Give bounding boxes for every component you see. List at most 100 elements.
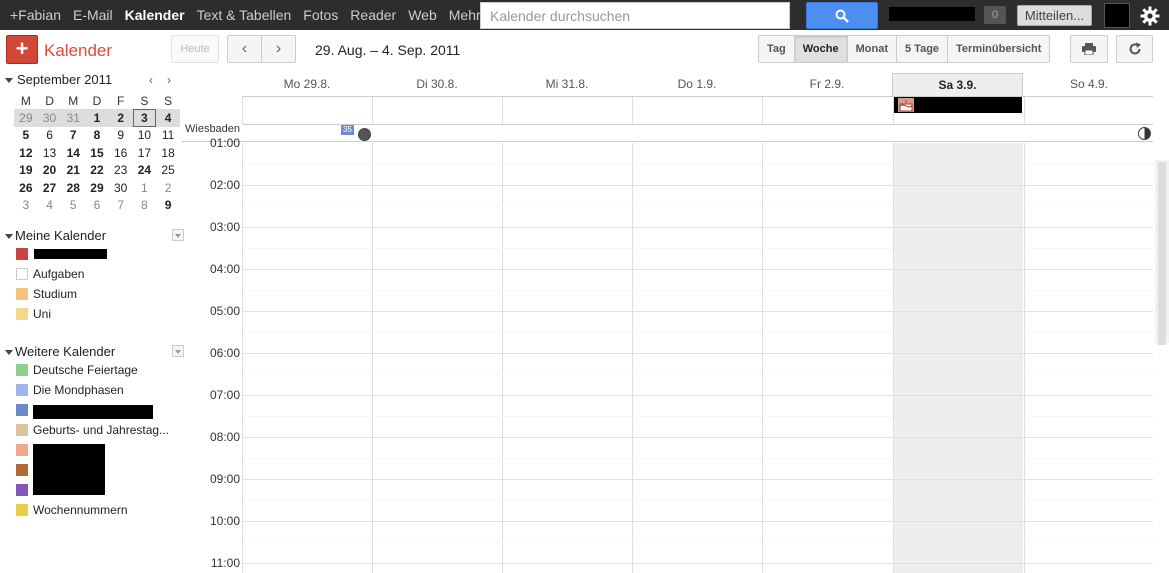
mini-calendar-day[interactable]: 14 (61, 144, 85, 161)
mini-calendar-day[interactable]: 15 (85, 144, 109, 161)
my-calendars-item[interactable]: Aufgaben (16, 266, 84, 282)
calendar-color-swatch[interactable] (16, 484, 28, 496)
view-button-2[interactable]: Monat (847, 35, 897, 63)
calendar-color-swatch[interactable] (16, 464, 28, 476)
all-day-cell[interactable] (762, 97, 892, 125)
nav-item-3[interactable]: Text & Tabellen (191, 0, 298, 30)
mini-calendar-day[interactable]: 3 (132, 109, 157, 127)
search-input[interactable] (481, 3, 789, 28)
view-button-1[interactable]: Woche (794, 35, 848, 63)
mini-calendar-next-button[interactable]: › (167, 73, 171, 87)
all-day-cell[interactable] (632, 97, 762, 125)
mini-calendar-day[interactable]: 7 (109, 196, 133, 213)
today-button[interactable]: Heute (171, 35, 219, 63)
mini-calendar-day[interactable]: 27 (38, 179, 62, 196)
gear-icon[interactable] (1139, 5, 1161, 27)
other-calendars-item[interactable] (16, 482, 33, 498)
mini-calendar-day[interactable]: 26 (14, 179, 38, 196)
time-grid[interactable]: 01:00 02:00 03:00 04:00 05:00 06:00 07:00 08:00… (182, 136, 1154, 573)
view-button-4[interactable]: Terminübersicht (948, 35, 1051, 63)
other-calendars-header[interactable]: Weitere Kalender (5, 344, 185, 360)
calendar-color-swatch[interactable] (16, 444, 28, 456)
other-calendars-item[interactable] (16, 402, 33, 418)
mini-calendar-day[interactable]: 5 (61, 196, 85, 213)
view-button-3[interactable]: 5 Tage (897, 35, 949, 63)
day-header-3[interactable]: Do 1.9. (632, 73, 762, 97)
mini-calendar-day[interactable]: 2 (156, 179, 180, 196)
mini-calendar-prev-button[interactable]: ‹ (149, 73, 153, 87)
mini-calendar-day[interactable]: 31 (61, 109, 86, 127)
calendar-color-swatch[interactable] (16, 268, 28, 280)
mini-calendar-day[interactable]: 6 (85, 196, 109, 213)
nav-item-2[interactable]: Kalender (119, 0, 191, 30)
nav-item-6[interactable]: Web (402, 0, 443, 30)
mini-calendar-day[interactable]: 4 (156, 109, 180, 127)
collapse-triangle-icon[interactable] (5, 78, 13, 83)
mini-calendar-day[interactable]: 29 (85, 179, 109, 196)
mini-calendar-day[interactable]: 18 (156, 144, 180, 161)
mini-calendar-day[interactable]: 13 (38, 144, 62, 161)
calendar-color-swatch[interactable] (16, 504, 28, 516)
create-event-button[interactable]: + (6, 35, 38, 64)
my-calendars-item[interactable]: Uni (16, 306, 51, 322)
other-calendars-item[interactable]: Deutsche Feiertage (16, 362, 138, 378)
mini-calendar-day[interactable]: 16 (109, 144, 133, 161)
search-button[interactable] (806, 2, 878, 29)
calendar-color-swatch[interactable] (16, 384, 28, 396)
all-day-cell[interactable] (242, 97, 372, 125)
nav-item-1[interactable]: E-Mail (67, 0, 119, 30)
half-moon-icon[interactable] (1138, 127, 1151, 140)
day-header-5[interactable]: Sa 3.9. (892, 73, 1023, 97)
all-day-cell[interactable] (1024, 97, 1154, 125)
previous-week-button[interactable]: ‹ (227, 35, 262, 63)
mini-calendar-day[interactable]: 28 (61, 179, 85, 196)
mini-calendar-day[interactable]: 10 (133, 127, 157, 144)
day-column[interactable] (502, 143, 632, 573)
mini-calendar-day[interactable]: 6 (38, 127, 62, 144)
calendar-color-swatch[interactable] (16, 404, 28, 416)
all-day-cell[interactable] (372, 97, 502, 125)
day-column[interactable] (1024, 143, 1154, 573)
mini-calendar-day[interactable]: 20 (38, 162, 62, 179)
mini-calendar-day[interactable]: 24 (133, 162, 157, 179)
mini-calendar-day[interactable]: 9 (156, 196, 180, 213)
mini-calendar-day[interactable]: 7 (61, 127, 85, 144)
day-header-0[interactable]: Mo 29.8. (242, 73, 372, 97)
mini-calendar-day[interactable]: 12 (14, 144, 38, 161)
mini-calendar-day[interactable]: 4 (38, 196, 62, 213)
scrollbar[interactable] (1155, 160, 1169, 345)
other-calendars-item[interactable] (16, 442, 33, 458)
nav-item-4[interactable]: Fotos (297, 0, 344, 30)
nav-item-0[interactable]: +Fabian (0, 0, 67, 30)
calendar-color-swatch[interactable] (16, 288, 28, 300)
all-day-cell[interactable] (502, 97, 632, 125)
day-column[interactable] (632, 143, 762, 573)
mini-calendar-day[interactable]: 1 (133, 179, 157, 196)
mini-calendar-day[interactable]: 5 (14, 127, 38, 144)
mini-calendar-day[interactable]: 22 (85, 162, 109, 179)
calendar-color-swatch[interactable] (16, 424, 28, 436)
mini-calendar-day[interactable]: 30 (37, 109, 62, 127)
other-calendars-item[interactable]: Wochennummern (16, 502, 128, 518)
day-header-4[interactable]: Fr 2.9. (762, 73, 892, 97)
mini-calendar-day[interactable]: 11 (156, 127, 180, 144)
mini-calendar-day[interactable]: 17 (133, 144, 157, 161)
mini-calendar-day[interactable]: 3 (14, 196, 38, 213)
mini-calendar-day[interactable]: 2 (108, 109, 133, 127)
day-column[interactable] (242, 143, 372, 573)
mini-calendar-day[interactable]: 29 (14, 109, 38, 127)
new-moon-icon[interactable] (358, 128, 371, 141)
mini-calendar-day[interactable]: 30 (109, 179, 133, 196)
notification-count[interactable]: 0 (984, 6, 1006, 24)
next-week-button[interactable]: › (261, 35, 296, 63)
my-calendars-item[interactable]: Studium (16, 286, 77, 302)
day-header-2[interactable]: Mi 31.8. (502, 73, 632, 97)
calendar-color-swatch[interactable] (16, 308, 28, 320)
refresh-button[interactable] (1116, 35, 1153, 63)
other-calendars-item[interactable] (16, 462, 33, 478)
day-header-1[interactable]: Di 30.8. (372, 73, 502, 97)
view-button-0[interactable]: Tag (758, 35, 795, 63)
calendar-color-swatch[interactable] (16, 364, 28, 376)
mini-calendar-day[interactable]: 25 (156, 162, 180, 179)
nav-item-5[interactable]: Reader (344, 0, 402, 30)
